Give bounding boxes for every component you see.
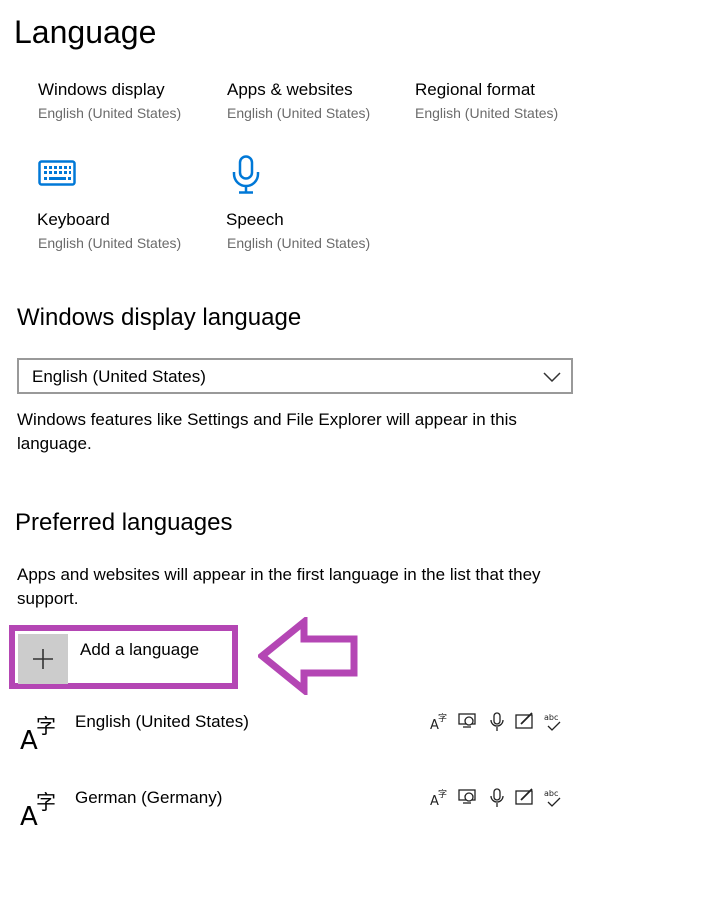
add-language-label: Add a language — [80, 640, 200, 659]
tile-subtitle: English (United States) — [227, 235, 371, 251]
spell-check-feature-icon: abc — [543, 787, 563, 809]
spell-check-feature-icon: abc — [543, 711, 563, 733]
tile-title: Windows display — [38, 80, 165, 99]
tile-windows-display[interactable]: Windows display English (United States) — [38, 79, 218, 123]
tile-apps-websites[interactable]: Apps & websites English (United States) — [227, 79, 407, 123]
display-language-heading: Windows display language — [17, 304, 302, 331]
svg-text:字: 字 — [36, 714, 56, 738]
speech-recognition-feature-icon — [487, 711, 507, 733]
preferred-languages-description: Apps and websites will appear in the fir… — [17, 565, 541, 608]
page-title: Language — [14, 14, 157, 50]
plus-icon — [33, 649, 53, 669]
tile-subtitle: English (United States) — [38, 105, 182, 121]
handwriting-feature-icon — [515, 711, 535, 733]
language-row-english-us[interactable]: A 字 English (United States) A字 abc — [18, 711, 578, 771]
language-name: English (United States) — [75, 712, 249, 731]
svg-text:字: 字 — [36, 790, 56, 814]
add-icon-tile — [18, 634, 68, 684]
tile-keyboard[interactable]: Keyboard English (United States) — [37, 155, 217, 255]
speech-recognition-feature-icon — [487, 787, 507, 809]
tile-subtitle: English (United States) — [227, 105, 371, 121]
tile-title: Keyboard — [37, 210, 110, 229]
display-language-description: Windows features like Settings and File … — [17, 410, 517, 453]
display-language-feature-icon: A字 — [429, 711, 449, 733]
text-to-speech-feature-icon — [458, 711, 478, 733]
svg-text:abc: abc — [544, 789, 558, 798]
dropdown-value: English (United States) — [32, 367, 206, 386]
tile-speech[interactable]: Speech English (United States) — [226, 155, 406, 255]
handwriting-feature-icon — [515, 787, 535, 809]
tile-subtitle: English (United States) — [415, 105, 559, 121]
language-icon: A 字 — [18, 711, 66, 761]
tile-title: Regional format — [415, 80, 536, 99]
tile-title: Speech — [226, 210, 284, 229]
tile-subtitle: English (United States) — [38, 235, 182, 251]
svg-text:abc: abc — [544, 713, 558, 722]
microphone-icon — [230, 155, 262, 200]
language-icon: A 字 — [18, 787, 66, 837]
language-row-german[interactable]: A 字 German (Germany) A字 abc — [18, 787, 578, 847]
text-to-speech-feature-icon — [458, 787, 478, 809]
tile-regional-format[interactable]: Regional format English (United States) — [415, 79, 595, 123]
display-language-dropdown[interactable]: English (United States) — [17, 358, 573, 394]
language-name: German (Germany) — [75, 788, 223, 807]
svg-text:字: 字 — [438, 788, 447, 800]
add-language-button[interactable]: Add a language — [9, 625, 238, 689]
keyboard-icon — [38, 160, 76, 191]
display-language-feature-icon: A字 — [429, 787, 449, 809]
svg-text:字: 字 — [438, 712, 447, 724]
tile-title: Apps & websites — [227, 80, 353, 99]
chevron-down-icon — [543, 370, 561, 388]
annotation-arrow-icon — [256, 614, 358, 700]
preferred-languages-heading: Preferred languages — [15, 509, 233, 536]
